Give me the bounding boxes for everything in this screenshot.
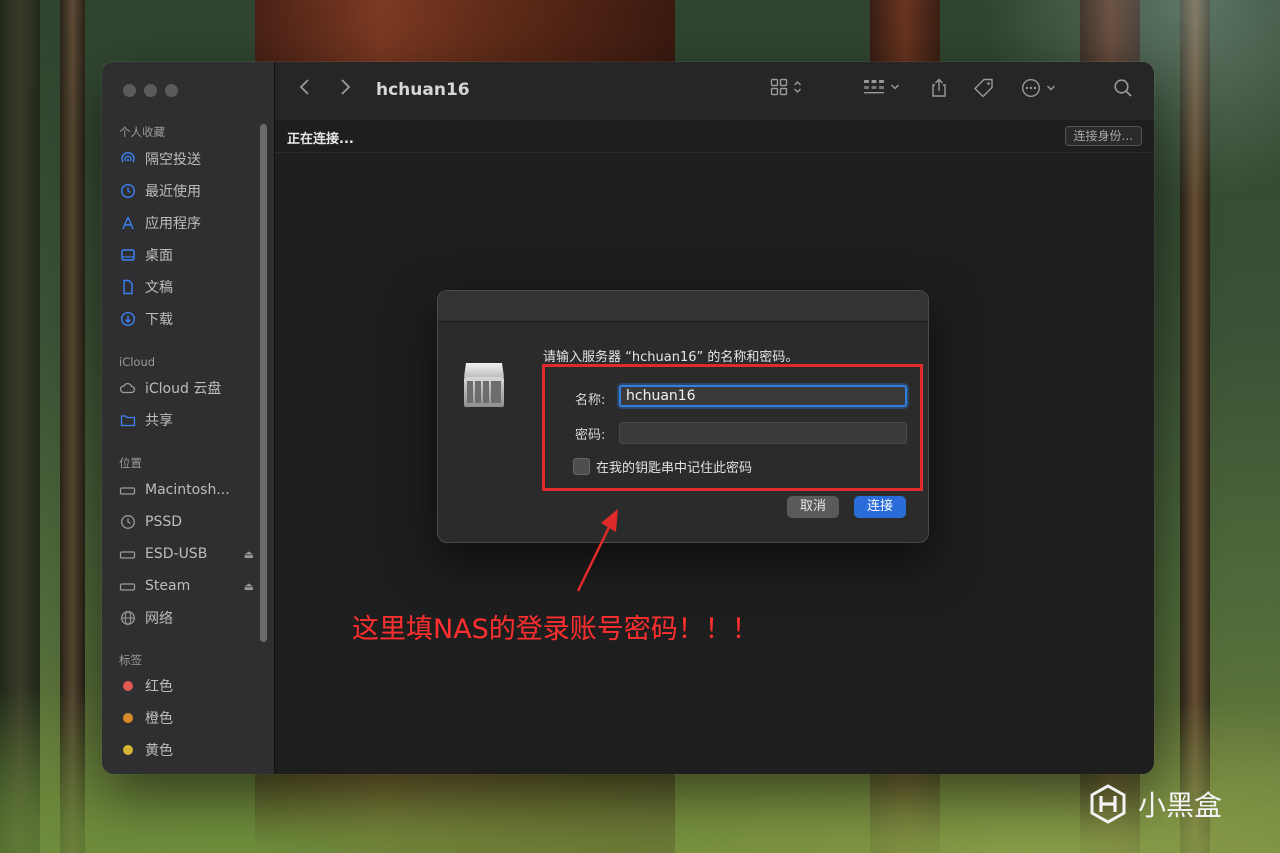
eject-icon[interactable]: ⏏ [244,548,254,561]
xiaoheihe-logo-icon [1090,784,1126,824]
tag-color-orange [122,713,133,723]
sidebar-item-tag-red[interactable]: 红色 [119,674,254,698]
sidebar-item-label: Steam [145,578,191,594]
connect-button[interactable]: 连接 [854,496,906,518]
share-button[interactable] [930,78,948,98]
window-controls [123,84,178,97]
annotation-arrow-icon [576,509,618,592]
clock-icon [119,183,136,200]
sidebar-item-downloads[interactable]: 下载 [119,307,254,331]
sidebar-item-label: 文稿 [145,280,173,296]
disk-icon [119,578,136,595]
annotation-text: 这里填NAS的登录账号密码！！！ [352,614,759,645]
sidebar-item-label: 应用程序 [145,216,201,232]
sidebar-item-tag-orange[interactable]: 橙色 [119,706,254,730]
watermark-text: 小黑盒 [1138,789,1223,822]
sidebar-item-shared[interactable]: 共享 [119,408,254,432]
grid-view-icon [770,78,788,96]
sidebar-item-esd-usb[interactable]: ESD-USB ⏏ [119,542,254,566]
close-window-button[interactable] [123,84,136,97]
sidebar-item-label: 橙色 [145,711,173,727]
cloud-icon [119,380,136,397]
dialog-title-bar [438,291,928,322]
watermark: 小黑盒 [1088,784,1222,824]
tag-button[interactable] [973,78,995,98]
dialog-prompt: 请输入服务器 “hchuan16” 的名称和密码。 [543,350,799,365]
chevron-updown-icon [794,81,801,93]
disk-icon [119,482,136,499]
shared-folder-icon [119,412,136,429]
sidebar-item-label: 隔空投送 [145,152,201,168]
sidebar-item-pssd[interactable]: PSSD [119,510,254,534]
annotation-highlight-box [542,364,923,491]
search-button[interactable] [1113,78,1133,98]
tag-icon [974,78,993,98]
tag-color-red [122,681,133,691]
group-button[interactable] [863,78,900,96]
more-actions-button[interactable] [1021,78,1056,98]
tag-color-yellow [122,745,133,755]
sidebar-item-recents[interactable]: 最近使用 [119,179,254,203]
sidebar-item-label: ESD-USB [145,546,208,562]
airdrop-icon [119,151,136,168]
sidebar-section-tags: 标签 [119,653,142,667]
tag-dot-icon [119,742,136,759]
sidebar-section-icloud: iCloud [119,355,156,369]
view-mode-button[interactable] [770,78,802,96]
search-icon [1114,79,1132,97]
sidebar-item-airdrop[interactable]: 隔空投送 [119,147,254,171]
chevron-down-icon [891,84,899,90]
applications-icon [119,215,136,232]
document-icon [119,279,136,296]
forward-button[interactable] [339,78,351,96]
eject-icon[interactable]: ⏏ [244,580,254,593]
sidebar-item-label: 黄色 [145,743,173,759]
time-machine-icon [119,514,136,531]
sidebar-item-label: 桌面 [145,248,173,264]
share-icon [932,78,946,97]
sidebar-item-documents[interactable]: 文稿 [119,275,254,299]
sidebar-item-label: 最近使用 [145,184,201,200]
connection-status: 正在连接... [287,132,354,147]
sidebar-section-locations: 位置 [119,456,142,470]
desktop-icon [119,247,136,264]
sidebar: 个人收藏 隔空投送 最近使用 应用程序 桌面 文稿 下载 iCloud iClo… [102,62,275,774]
download-icon [119,311,136,328]
sidebar-item-macintosh[interactable]: Macintosh... [119,478,254,502]
sidebar-item-tag-yellow[interactable]: 黄色 [119,738,254,762]
sidebar-item-label: 红色 [145,679,173,695]
minimize-window-button[interactable] [144,84,157,97]
connect-as-button[interactable]: 连接身份... [1064,126,1142,146]
sidebar-item-label: 网络 [145,611,173,627]
chevron-down-icon [1047,85,1055,91]
tag-dot-icon [119,710,136,727]
sidebar-item-icloud-drive[interactable]: iCloud 云盘 [119,376,254,400]
server-icon [462,357,506,409]
sidebar-item-label: iCloud 云盘 [145,381,222,397]
window-title: hchuan16 [376,80,470,100]
sidebar-item-desktop[interactable]: 桌面 [119,243,254,267]
sidebar-item-label: Macintosh... [145,482,230,498]
back-button[interactable] [299,78,311,96]
group-icon [864,80,884,94]
tag-dot-icon [119,678,136,695]
sidebar-item-label: PSSD [145,514,182,530]
chevron-right-icon [341,79,351,95]
sidebar-item-applications[interactable]: 应用程序 [119,211,254,235]
cancel-button[interactable]: 取消 [787,496,839,518]
ellipsis-circle-icon [1021,78,1041,98]
network-icon [119,610,136,627]
disk-icon [119,546,136,563]
chevron-left-icon [299,79,309,95]
sidebar-item-steam[interactable]: Steam ⏏ [119,574,254,598]
sidebar-section-favorites: 个人收藏 [119,125,165,139]
sidebar-item-network[interactable]: 网络 [119,606,254,630]
sidebar-scrollbar[interactable] [260,124,267,642]
toolbar: hchuan16 [275,62,1154,121]
status-bar: 正在连接... 连接身份... [275,120,1154,153]
sidebar-item-label: 共享 [145,413,173,429]
sidebar-item-label: 下载 [145,312,173,328]
zoom-window-button[interactable] [165,84,178,97]
